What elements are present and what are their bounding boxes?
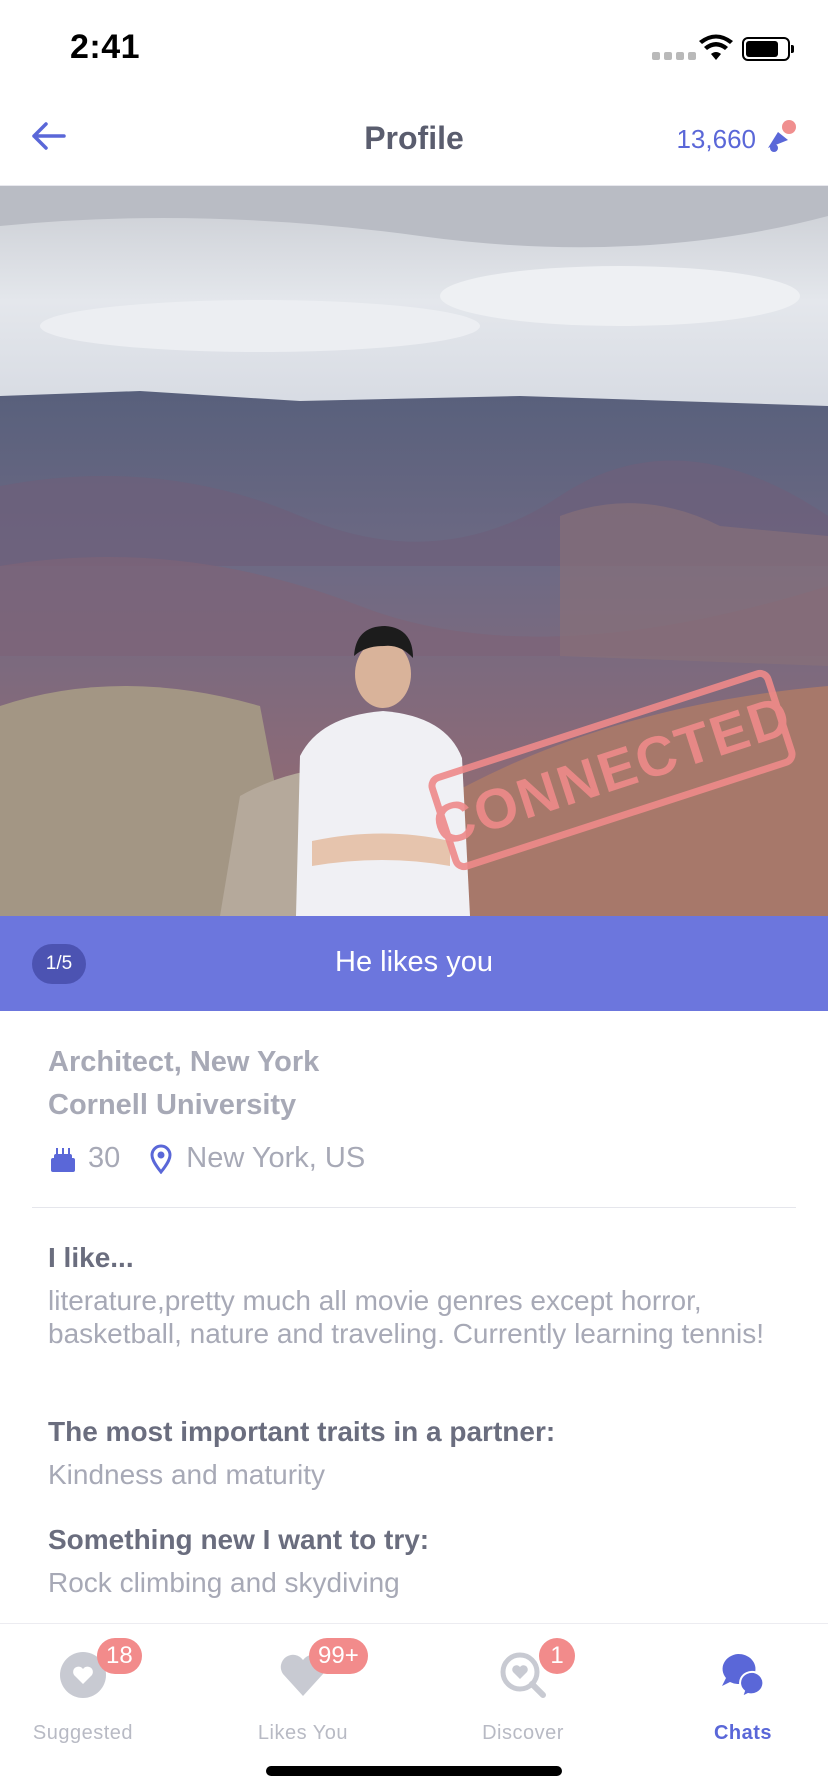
prompt-answer-3: Rock climbing and skydiving: [48, 1567, 400, 1598]
notification-dot: [782, 119, 796, 134]
location: New York, US: [186, 1142, 366, 1174]
tab-discover[interactable]: 1 Discover: [443, 1638, 603, 1758]
school: Cornell University: [48, 1089, 297, 1121]
age: 30: [88, 1142, 121, 1174]
tab-label-discover: Discover: [482, 1722, 564, 1744]
suggested-badge: 18: [97, 1638, 142, 1674]
tab-label-chats: Chats: [713, 1722, 773, 1744]
status-bar: 2:41: [0, 0, 828, 96]
tab-suggested[interactable]: 18 Suggested: [3, 1638, 163, 1758]
tab-chats[interactable]: Chats: [663, 1638, 823, 1758]
prompt-answer-2: Kindness and maturity: [48, 1459, 326, 1490]
likes-you-badge: 99+: [309, 1638, 368, 1674]
cake-icon: [48, 1143, 78, 1175]
canyon-photo-image: [0, 186, 828, 916]
tab-likes-you[interactable]: 99+ Likes You: [223, 1638, 383, 1758]
occupation: Architect, New York: [48, 1046, 320, 1078]
likes-banner: 1/5 He likes you: [0, 916, 828, 1011]
prompt-question-3: Something new I want to try:: [48, 1524, 430, 1555]
tab-label-suggested: Suggested: [32, 1722, 134, 1744]
coins-value: 13,660: [676, 124, 756, 154]
likes-you-text: He likes you: [335, 946, 493, 978]
profile-photo[interactable]: CONNECTED: [0, 186, 828, 916]
prompt-question-2: The most important traits in a partner:: [48, 1416, 556, 1447]
wifi-icon: [699, 34, 733, 60]
location-pin-icon: [146, 1143, 176, 1175]
cellular-signal-icon: [652, 52, 696, 60]
chat-bubbles-icon: [722, 1653, 765, 1699]
navigation-bar: Profile 13,660: [0, 96, 828, 186]
home-indicator: [266, 1766, 562, 1776]
battery-icon: [742, 37, 794, 61]
tab-label-likes-you: Likes You: [257, 1722, 349, 1744]
prompt-answer-1: literature,pretty much all movie genres …: [48, 1285, 764, 1349]
coin-icon: [764, 119, 796, 154]
prompt-question-1: I like...: [48, 1242, 134, 1273]
profile-meta-row: 30 New York, US: [48, 1142, 365, 1175]
divider: [32, 1207, 796, 1208]
discover-badge: 1: [539, 1638, 575, 1674]
status-time: 2:41: [70, 28, 141, 66]
coins-balance-button[interactable]: 13,660: [676, 119, 796, 155]
